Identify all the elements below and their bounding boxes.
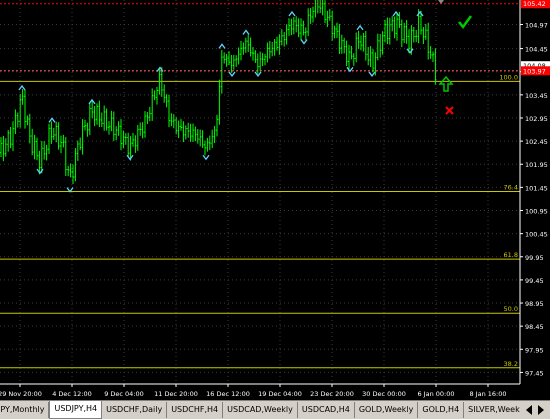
scroll-right-icon[interactable] xyxy=(538,405,544,415)
price-tick-label: 104.45 xyxy=(525,46,548,54)
price-tick-label: 97.95 xyxy=(525,346,544,354)
price-tick-label: 97.45 xyxy=(525,369,544,377)
fib-level-label: 50.0 xyxy=(504,305,518,313)
tab-chart-1[interactable]: USDJPY,H4 xyxy=(49,401,103,419)
price-tick-label: 104.97 xyxy=(525,22,548,30)
time-tick-label: 16 Dec 12:00 xyxy=(206,390,250,398)
price-tick-label: 101.45 xyxy=(525,184,548,192)
chart-canvas[interactable]: 100.076.461.850.038.2 104.97104.45103.95… xyxy=(0,0,550,400)
chart-tabs-bar: JPY,Monthly USDJPY,H4 USDCHF,Daily USDCHF,H… xyxy=(0,400,550,419)
tab-chart-2[interactable]: USDCHF,Daily xyxy=(102,402,168,418)
price-tag-label: 103.97 xyxy=(523,67,546,75)
price-tick-label: 100.45 xyxy=(525,231,548,239)
price-tick-label: 99.45 xyxy=(525,277,544,285)
tab-chart-4[interactable]: USDCAD,Weekly xyxy=(223,402,298,418)
price-tick-label: 101.95 xyxy=(525,161,548,169)
fib-level-label: 76.4 xyxy=(504,184,518,192)
price-tick-label: 98.95 xyxy=(525,300,544,308)
tab-chart-0[interactable]: JPY,Monthly xyxy=(0,402,50,418)
price-tick-label: 98.45 xyxy=(525,323,544,331)
time-tick-label: 4 Dec 12:00 xyxy=(52,390,92,398)
time-tick-label: 19 Dec 04:00 xyxy=(258,390,302,398)
price-tick-label: 102.45 xyxy=(525,138,548,146)
tab-chart-7[interactable]: GOLD,H4 xyxy=(418,402,465,418)
fib-level-label: 61.8 xyxy=(504,251,518,259)
price-tick-label: 103.45 xyxy=(525,92,548,100)
time-tick-label: 9 Dec 04:00 xyxy=(104,390,144,398)
price-tick-label: 102.95 xyxy=(525,115,548,123)
time-tick-label: 8 Jan 16:00 xyxy=(469,390,506,398)
price-chart[interactable]: 100.076.461.850.038.2 104.97104.45103.95… xyxy=(0,0,550,400)
scroll-left-icon[interactable] xyxy=(526,405,532,415)
fib-level-label: 100.0 xyxy=(499,73,518,81)
time-tick-label: 11 Dec 20:00 xyxy=(154,390,198,398)
tab-chart-5[interactable]: USDCAD,H4 xyxy=(298,402,355,418)
tab-chart-6[interactable]: GOLD,Weekly xyxy=(355,402,419,418)
price-tick-label: 99.95 xyxy=(525,254,544,262)
price-tick-label: 100.95 xyxy=(525,208,548,216)
time-tick-label: 29 Nov 20:00 xyxy=(0,390,42,398)
fib-level-label: 38.2 xyxy=(504,360,518,368)
time-tick-label: 6 Jan 00:00 xyxy=(417,390,454,398)
tab-scroll-controls[interactable] xyxy=(520,401,550,419)
time-tick-label: 30 Dec 00:00 xyxy=(362,390,406,398)
price-tag-label: 105.42 xyxy=(523,0,546,8)
tab-chart-3[interactable]: USDCHF,H4 xyxy=(167,402,224,418)
time-tick-label: 23 Dec 20:00 xyxy=(310,390,354,398)
